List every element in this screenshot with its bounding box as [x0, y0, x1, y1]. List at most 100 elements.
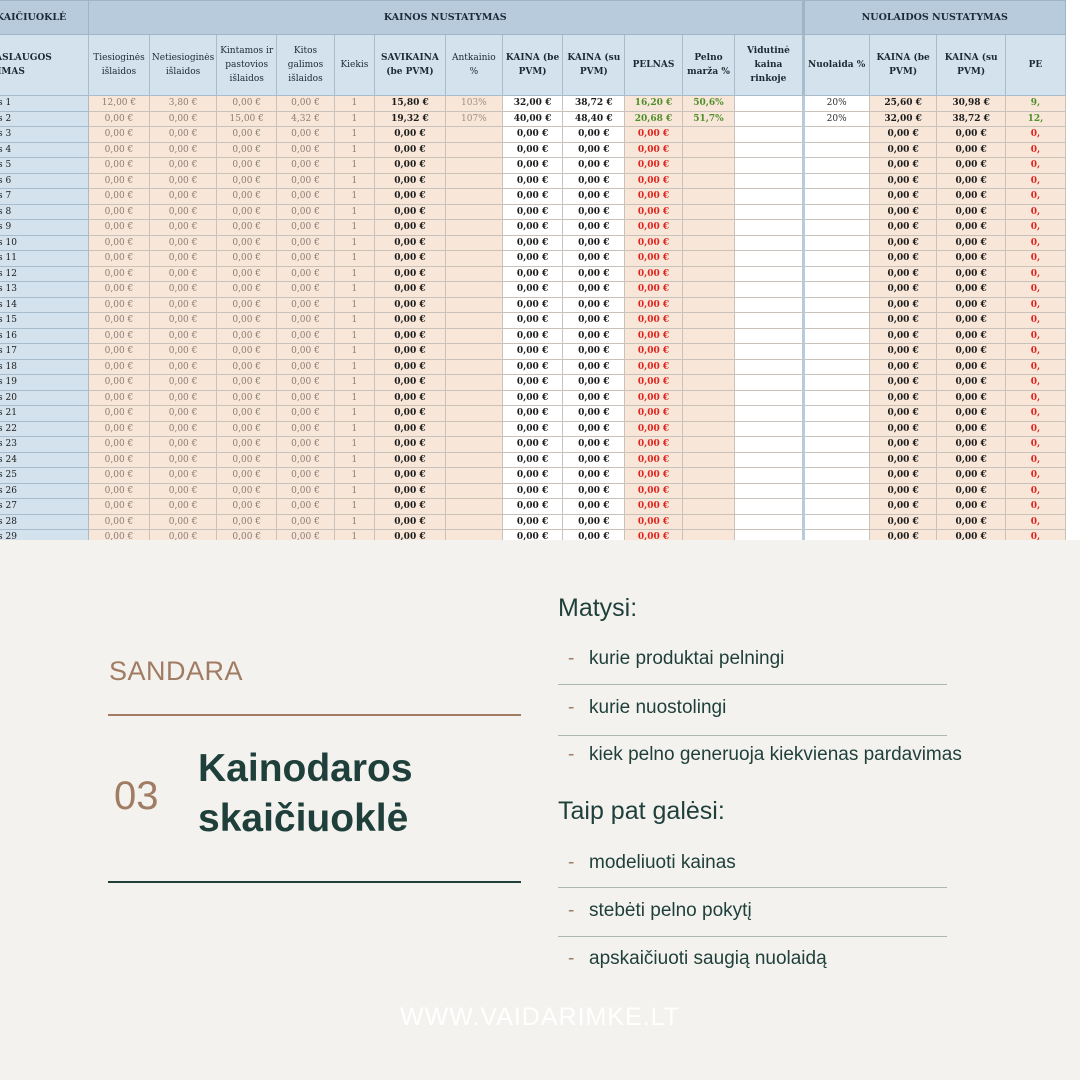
profit-cell: 0,00 €: [624, 141, 683, 158]
direct-cost-cell: 0,00 €: [88, 126, 150, 143]
markup-cell: [444, 513, 503, 530]
cost-price-cell: 0,00 €: [373, 203, 446, 220]
cost-price-cell: 19,32 €: [373, 110, 446, 127]
quantity-cell: 1: [333, 498, 375, 515]
table-row: tas 60,00 €0,00 €0,00 €0,00 €10,00 €0,00…: [0, 172, 1067, 189]
discount-profit-cell: 9,: [1004, 95, 1067, 112]
cost-price-cell: 0,00 €: [373, 343, 446, 360]
price-cell: 0,00 €: [501, 482, 564, 499]
margin-cell: [681, 451, 736, 468]
quantity-cell: 1: [333, 343, 375, 360]
discount-pct-cell: [802, 265, 870, 282]
discount-pct-cell: [802, 498, 870, 515]
margin-cell: [681, 482, 736, 499]
quantity-cell: 1: [333, 265, 375, 282]
discount-price-vat-cell: 30,98 €: [936, 95, 1006, 112]
row-name-cell: tas 2: [0, 110, 89, 127]
discount-price-cell: 0,00 €: [868, 265, 938, 282]
indirect-cost-cell: 0,00 €: [148, 420, 218, 437]
price-cell: 0,00 €: [501, 234, 564, 251]
margin-cell: [681, 312, 736, 329]
price-cell: 0,00 €: [501, 126, 564, 143]
cost-price-cell: 0,00 €: [373, 420, 446, 437]
profit-cell: 0,00 €: [624, 265, 683, 282]
direct-cost-cell: 0,00 €: [88, 467, 150, 484]
profit-cell: 0,00 €: [624, 389, 683, 406]
price-vat-cell: 48,40 €: [562, 110, 626, 127]
row-name-cell: tas 11: [0, 250, 89, 267]
other-cost-cell: 0,00 €: [276, 327, 335, 344]
discount-profit-cell: 0,: [1004, 389, 1067, 406]
markup-cell: [444, 327, 503, 344]
variable-cost-cell: 0,00 €: [216, 374, 278, 391]
discount-price-cell: 0,00 €: [868, 157, 938, 174]
other-cost-cell: 0,00 €: [276, 358, 335, 375]
profit-cell: 0,00 €: [624, 343, 683, 360]
discount-price-cell: 0,00 €: [868, 374, 938, 391]
markup-cell: [444, 141, 503, 158]
footer-website: WWW.VAIDARIMKE.LT: [400, 1003, 680, 1031]
price-vat-cell: 0,00 €: [562, 219, 626, 236]
discount-profit-cell: 0,: [1004, 141, 1067, 158]
indirect-cost-cell: 0,00 €: [148, 126, 218, 143]
direct-cost-cell: 0,00 €: [88, 482, 150, 499]
list-item: - kurie nuostolingi: [558, 697, 947, 736]
quantity-cell: 1: [333, 188, 375, 205]
quantity-cell: 1: [333, 389, 375, 406]
profit-cell: 0,00 €: [624, 327, 683, 344]
profit-cell: 0,00 €: [624, 513, 683, 530]
discount-price-cell: 0,00 €: [868, 172, 938, 189]
direct-cost-cell: 0,00 €: [88, 389, 150, 406]
price-vat-cell: 0,00 €: [562, 250, 626, 267]
other-cost-cell: 0,00 €: [276, 420, 335, 437]
profit-cell: 20,68 €: [624, 110, 683, 127]
list-item: - apskaičiuoti saugią nuolaidą: [558, 948, 947, 978]
header-discount-price-vat: KAINA (su PVM): [936, 34, 1006, 96]
quantity-cell: 1: [333, 95, 375, 112]
quantity-cell: 1: [333, 467, 375, 484]
price-cell: 0,00 €: [501, 312, 564, 329]
discount-pct-cell: [802, 389, 870, 406]
spreadsheet-table: SKAIČIUOKLĖ KAINOS NUSTATYMAS NUOLAIDOS …: [0, 0, 1067, 540]
market-price-cell: [734, 219, 805, 236]
variable-cost-cell: 0,00 €: [216, 188, 278, 205]
discount-price-vat-cell: 0,00 €: [936, 374, 1006, 391]
discount-price-cell: 0,00 €: [868, 420, 938, 437]
variable-cost-cell: 0,00 €: [216, 436, 278, 453]
indirect-cost-cell: 0,00 €: [148, 110, 218, 127]
discount-price-vat-cell: 0,00 €: [936, 467, 1006, 484]
discount-profit-cell: 0,: [1004, 436, 1067, 453]
price-cell: 0,00 €: [501, 389, 564, 406]
discount-price-vat-cell: 0,00 €: [936, 234, 1006, 251]
quantity-cell: 1: [333, 513, 375, 530]
quantity-cell: 1: [333, 157, 375, 174]
price-cell: 0,00 €: [501, 498, 564, 515]
row-name-cell: tas 22: [0, 420, 89, 437]
price-cell: 0,00 €: [501, 513, 564, 530]
table-row: tas 120,00 €0,00 €0,00 €0,00 €10,00 €0,0…: [0, 265, 1067, 282]
discount-price-vat-cell: 0,00 €: [936, 157, 1006, 174]
market-price-cell: [734, 157, 805, 174]
discount-profit-cell: 0,: [1004, 358, 1067, 375]
direct-cost-cell: 0,00 €: [88, 188, 150, 205]
table-row: tas 240,00 €0,00 €0,00 €0,00 €10,00 €0,0…: [0, 451, 1067, 468]
discount-profit-cell: 0,: [1004, 327, 1067, 344]
quantity-cell: 1: [333, 281, 375, 298]
indirect-cost-cell: 0,00 €: [148, 436, 218, 453]
variable-cost-cell: 0,00 €: [216, 498, 278, 515]
discount-pct-cell: [802, 513, 870, 530]
discount-profit-cell: 0,: [1004, 219, 1067, 236]
price-vat-cell: 0,00 €: [562, 343, 626, 360]
dash-bullet: -: [568, 744, 575, 765]
quantity-cell: 1: [333, 436, 375, 453]
discount-profit-cell: 0,: [1004, 529, 1067, 540]
margin-cell: [681, 343, 736, 360]
markup-cell: [444, 343, 503, 360]
other-cost-cell: 0,00 €: [276, 513, 335, 530]
indirect-cost-cell: 0,00 €: [148, 513, 218, 530]
discount-price-vat-cell: 0,00 €: [936, 327, 1006, 344]
price-cell: 0,00 €: [501, 420, 564, 437]
market-price-cell: [734, 172, 805, 189]
price-vat-cell: 0,00 €: [562, 467, 626, 484]
markup-cell: [444, 126, 503, 143]
